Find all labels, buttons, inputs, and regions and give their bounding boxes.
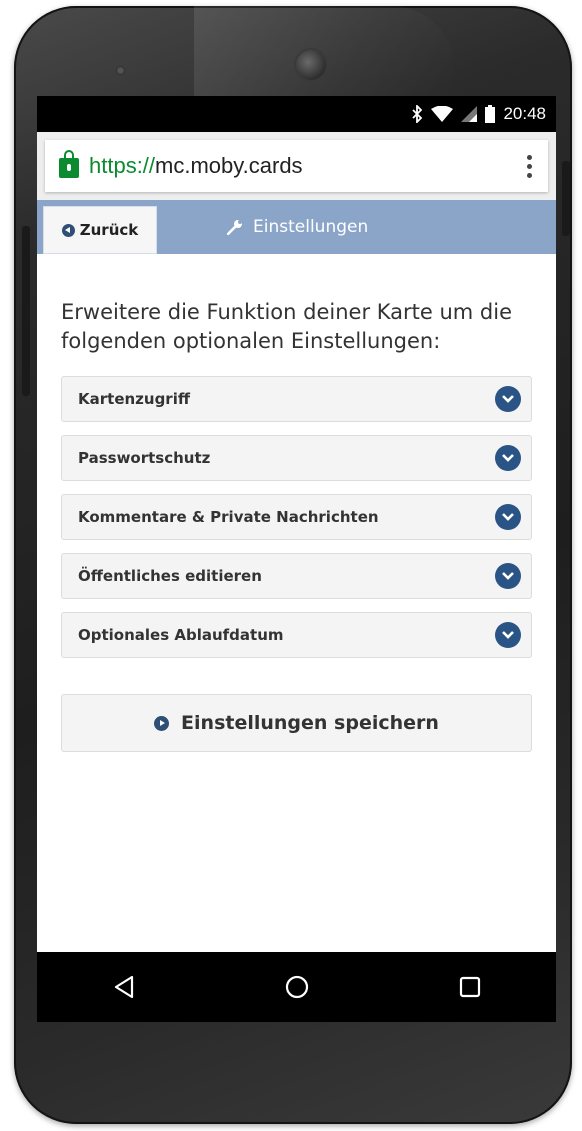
arrow-left-circle-icon bbox=[61, 223, 75, 237]
chevron-down-icon bbox=[495, 622, 521, 648]
arrow-right-circle-icon bbox=[154, 715, 170, 731]
app-header: Zurück Einstellungen bbox=[37, 200, 556, 254]
url-host: mc.moby.cards bbox=[155, 153, 303, 178]
back-icon[interactable] bbox=[94, 957, 154, 1017]
accordion-label: Passwortschutz bbox=[78, 449, 211, 467]
back-button[interactable]: Zurück bbox=[43, 206, 157, 254]
chevron-down-icon bbox=[495, 445, 521, 471]
page-title-text: Einstellungen bbox=[253, 217, 369, 237]
home-icon[interactable] bbox=[267, 957, 327, 1017]
intro-text: Erweitere die Funktion deiner Karte um d… bbox=[61, 300, 513, 353]
wrench-icon bbox=[226, 219, 243, 236]
accordion-kommentare[interactable]: Kommentare & Private Nachrichten bbox=[61, 494, 532, 540]
chevron-down-icon bbox=[495, 504, 521, 530]
url-scheme: https:// bbox=[89, 153, 156, 178]
signal-icon bbox=[461, 106, 478, 122]
accordion-ablaufdatum[interactable]: Optionales Ablaufdatum bbox=[61, 612, 532, 658]
accordion-label: Kommentare & Private Nachrichten bbox=[78, 508, 379, 526]
front-camera bbox=[296, 50, 326, 80]
recents-icon[interactable] bbox=[440, 957, 500, 1017]
volume-button bbox=[22, 226, 30, 396]
status-bar: 20:48 bbox=[37, 96, 556, 132]
back-button-label: Zurück bbox=[79, 221, 139, 239]
chevron-down-icon bbox=[495, 386, 521, 412]
power-button bbox=[562, 161, 570, 236]
status-time: 20:48 bbox=[503, 104, 546, 123]
sensor-dot bbox=[116, 66, 125, 75]
accordion-passwortschutz[interactable]: Passwortschutz bbox=[61, 435, 532, 481]
save-settings-label: Einstellungen speichern bbox=[181, 712, 439, 734]
main-content: Erweitere die Funktion deiner Karte um d… bbox=[37, 254, 556, 752]
accordion-label: Öffentliches editieren bbox=[78, 567, 262, 585]
wifi-icon bbox=[431, 106, 454, 122]
browser-toolbar: https://mc.moby.cards bbox=[37, 132, 556, 200]
phone-screen: 20:48 https://mc.moby.cards Zurück Einst… bbox=[37, 96, 556, 1022]
accordion-label: Kartenzugriff bbox=[78, 390, 191, 408]
chevron-down-icon bbox=[495, 563, 521, 589]
accordion-label: Optionales Ablaufdatum bbox=[78, 626, 284, 644]
save-settings-button[interactable]: Einstellungen speichern bbox=[61, 694, 532, 752]
battery-icon bbox=[485, 105, 496, 123]
bluetooth-icon bbox=[411, 105, 423, 123]
accordion-oeffentlich-editieren[interactable]: Öffentliches editieren bbox=[61, 553, 532, 599]
page-title: Einstellungen bbox=[226, 200, 369, 254]
accordion-kartenzugriff[interactable]: Kartenzugriff bbox=[61, 376, 532, 422]
lock-icon bbox=[59, 150, 79, 178]
system-navigation-bar bbox=[37, 952, 556, 1022]
address-bar[interactable]: https://mc.moby.cards bbox=[45, 140, 548, 192]
overflow-menu-icon[interactable] bbox=[523, 151, 536, 182]
